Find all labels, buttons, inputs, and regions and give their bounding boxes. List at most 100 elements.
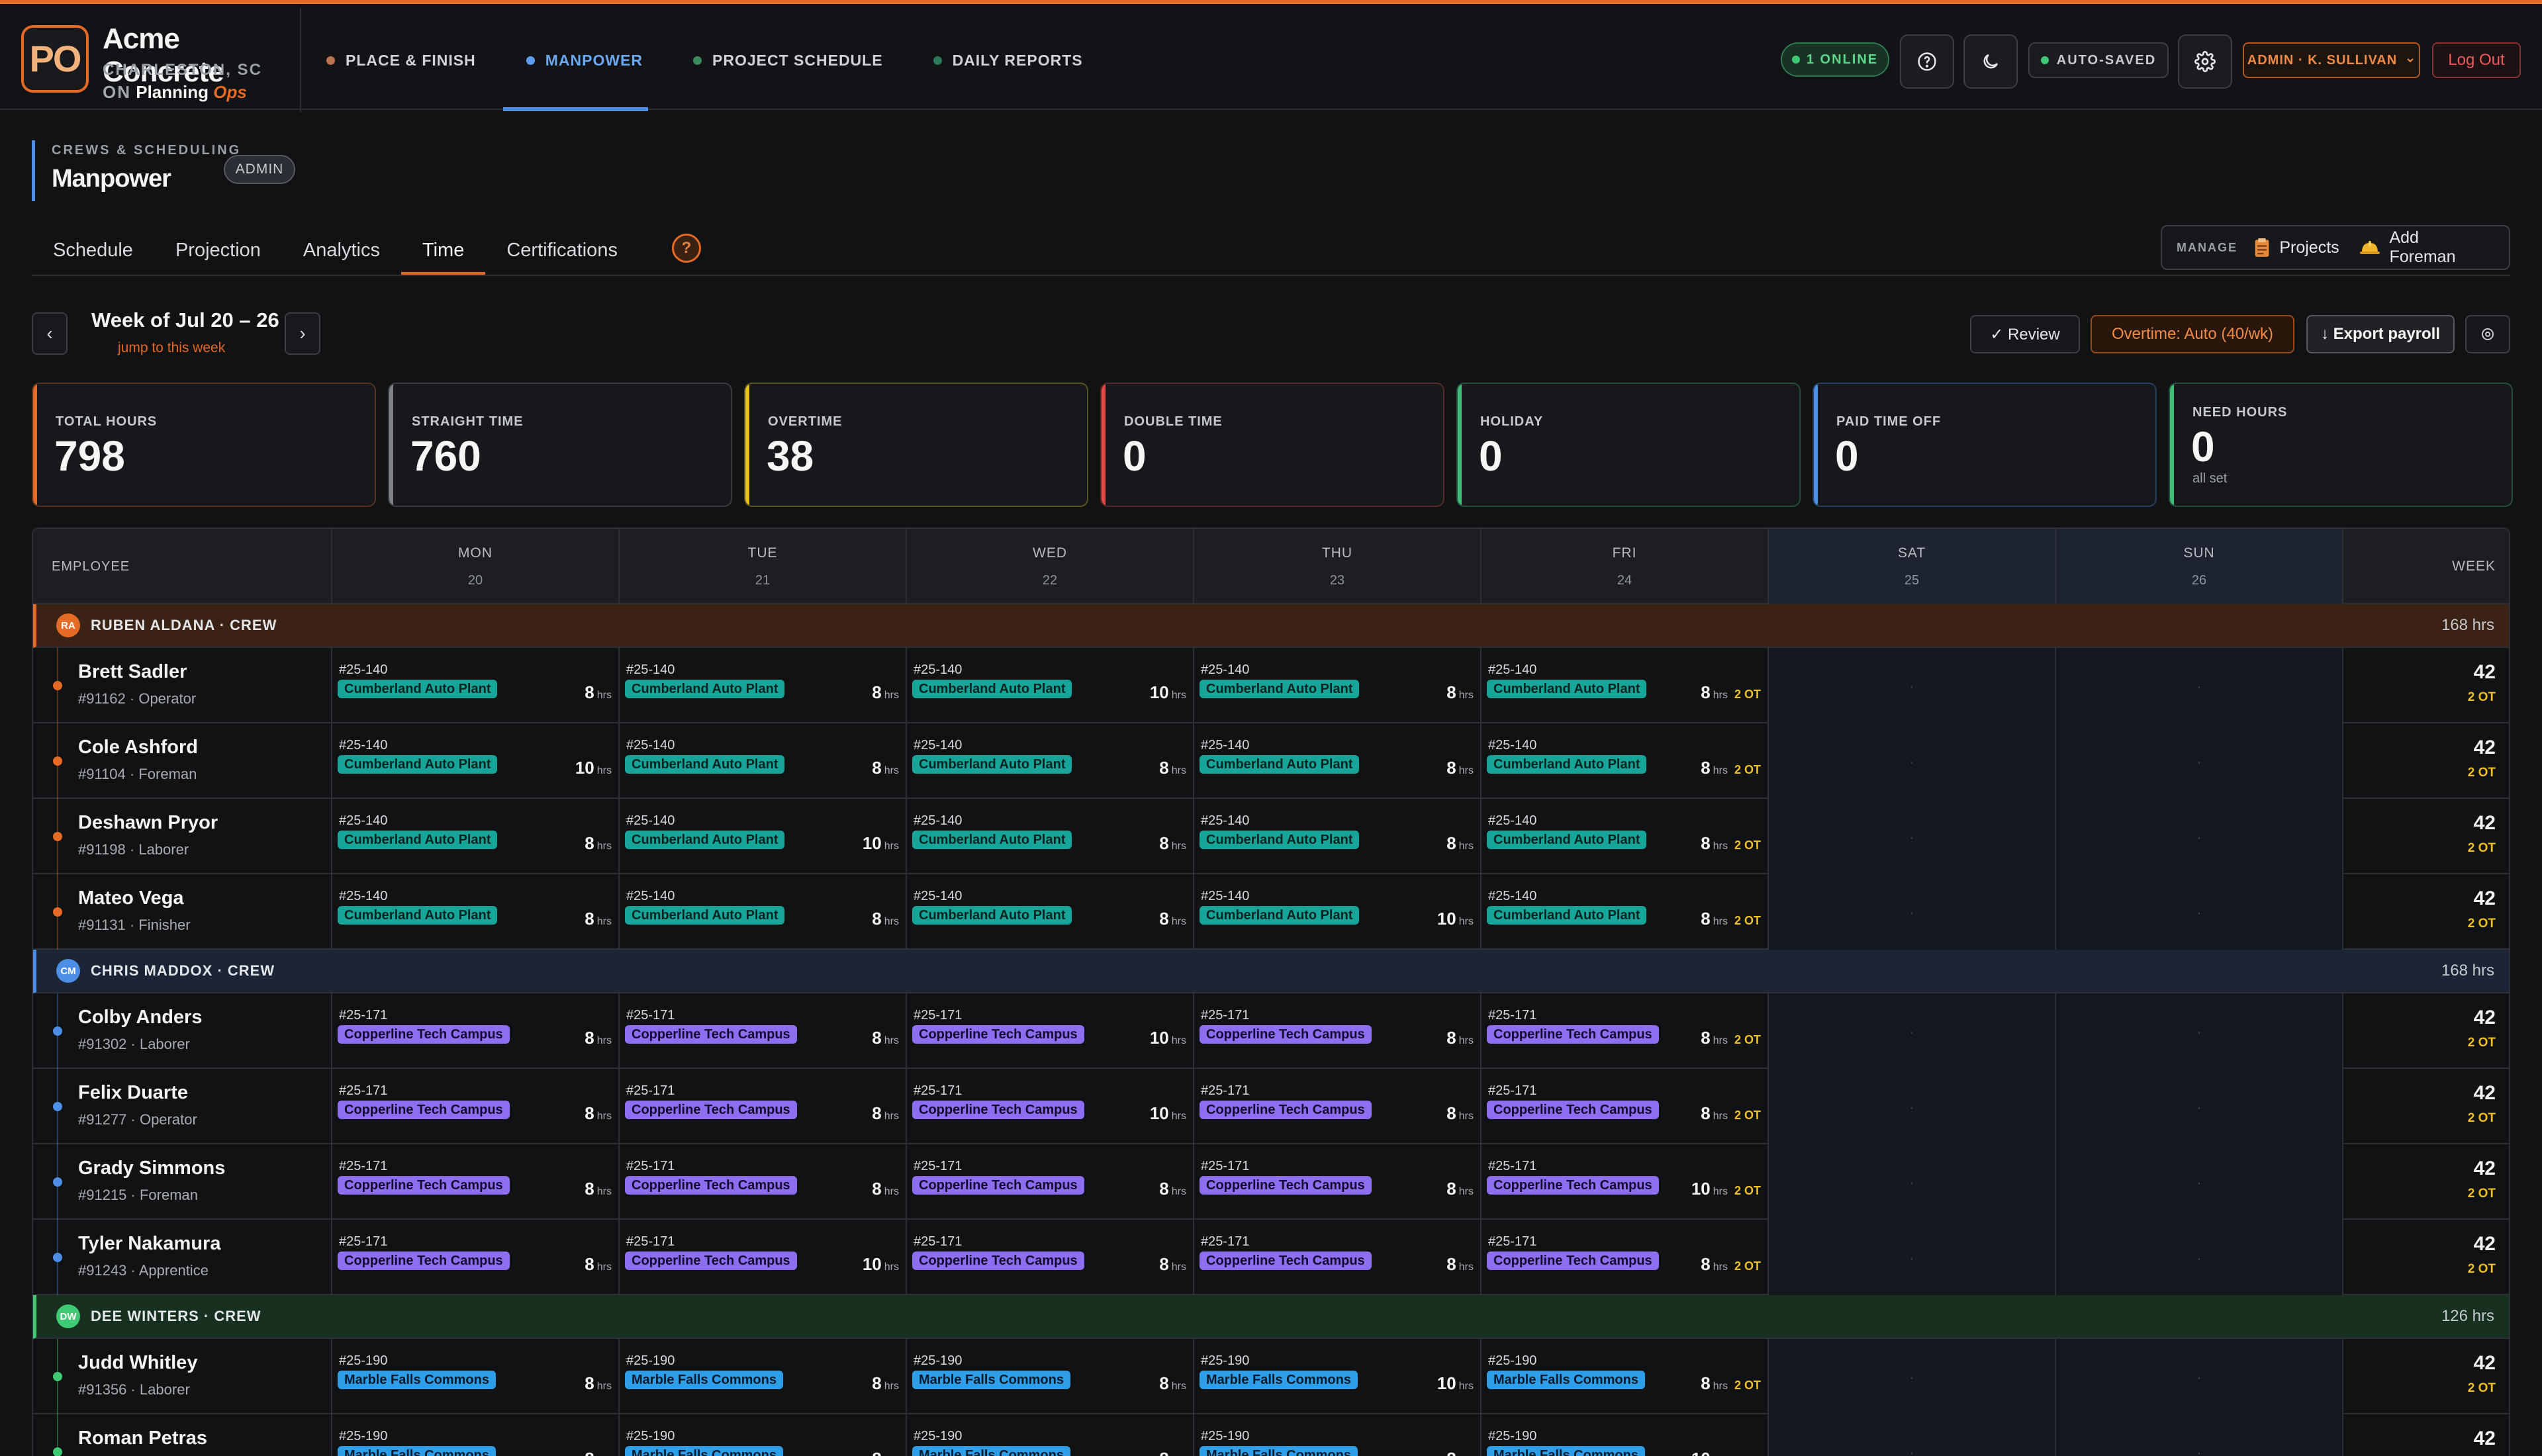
- overtime-rule-button[interactable]: Overtime: Auto (40/wk): [2091, 315, 2294, 353]
- day-cell[interactable]: #25-140 Cumberland Auto Plant 8 hrs 2 OT: [1482, 874, 1769, 950]
- tab-certifications[interactable]: Certifications: [485, 225, 639, 275]
- day-cell-empty[interactable]: ·: [1769, 799, 2056, 874]
- day-cell[interactable]: #25-140 Cumberland Auto Plant 10 hrs: [620, 799, 907, 874]
- theme-toggle-button[interactable]: [1963, 34, 2018, 89]
- hours-value[interactable]: 8hrs: [872, 682, 899, 703]
- hours-value[interactable]: 10 hrs: [863, 1254, 899, 1275]
- hours-value[interactable]: 8hrs: [872, 909, 899, 929]
- day-cell[interactable]: #25-140 Cumberland Auto Plant 8 hrs: [907, 723, 1194, 799]
- settings-button[interactable]: [2178, 34, 2232, 89]
- day-cell-empty[interactable]: ·: [2056, 874, 2343, 950]
- day-cell[interactable]: #25-171 Copperline Tech Campus 8 hrs: [1194, 993, 1482, 1069]
- hours-value[interactable]: 8hrs: [1159, 1449, 1186, 1456]
- day-cell[interactable]: #25-190 Marble Falls Commons 8 hrs 2 OT: [1482, 1339, 1769, 1414]
- day-cell-empty[interactable]: ·: [2056, 648, 2343, 723]
- day-cell[interactable]: #25-171 Copperline Tech Campus 8 hrs: [332, 1069, 620, 1144]
- day-cell-empty[interactable]: ·: [2056, 1220, 2343, 1295]
- hours-value[interactable]: 8hrs: [1446, 758, 1474, 778]
- employee-cell[interactable]: Cole Ashford #91104 · Foreman: [33, 723, 332, 799]
- day-cell-empty[interactable]: ·: [1769, 723, 2056, 799]
- hours-value[interactable]: 8hrs: [1446, 1254, 1474, 1275]
- hours-value[interactable]: 8hrs: [872, 1449, 899, 1456]
- day-cell-empty[interactable]: ·: [2056, 723, 2343, 799]
- day-cell-empty[interactable]: ·: [2056, 1414, 2343, 1456]
- day-cell[interactable]: #25-140 Cumberland Auto Plant 8 hrs: [1194, 723, 1482, 799]
- hours-value[interactable]: 8hrs: [1446, 1028, 1474, 1048]
- hours-value[interactable]: 8hrs: [1159, 758, 1186, 778]
- hours-value[interactable]: 8hrs: [872, 1179, 899, 1199]
- day-cell[interactable]: #25-140 Cumberland Auto Plant 8 hrs: [332, 648, 620, 723]
- day-cell[interactable]: #25-140 Cumberland Auto Plant 8 hrs 2 OT: [1482, 648, 1769, 723]
- hours-value[interactable]: 8hrs: [872, 1373, 899, 1394]
- day-cell[interactable]: #25-171 Copperline Tech Campus 8 hrs: [1194, 1069, 1482, 1144]
- hours-value[interactable]: 8hrs: [1159, 909, 1186, 929]
- jump-to-week-link[interactable]: jump to this week: [118, 340, 225, 356]
- user-menu-button[interactable]: ADMIN · K. SULLIVAN: [2243, 42, 2420, 78]
- day-cell[interactable]: #25-171 Copperline Tech Campus 8 hrs: [620, 1069, 907, 1144]
- tab-analytics[interactable]: Analytics: [282, 225, 401, 275]
- hours-value[interactable]: 8hrs: [585, 1254, 612, 1275]
- employee-cell[interactable]: Deshawn Pryor #91198 · Laborer: [33, 799, 332, 874]
- hours-value[interactable]: 8hrs: [1159, 1373, 1186, 1394]
- hours-value[interactable]: 10hrs2 OT: [1691, 1449, 1761, 1456]
- hours-value[interactable]: 10hrs2 OT: [1691, 1179, 1761, 1199]
- hours-value[interactable]: 8hrs: [585, 1373, 612, 1394]
- employee-cell[interactable]: Colby Anders #91302 · Laborer: [33, 993, 332, 1069]
- employee-cell[interactable]: Mateo Vega #91131 · Finisher: [33, 874, 332, 950]
- day-cell[interactable]: #25-190 Marble Falls Commons 8hrs: [1194, 1414, 1482, 1456]
- day-cell[interactable]: #25-140 Cumberland Auto Plant 8 hrs: [332, 799, 620, 874]
- employee-cell[interactable]: Brett Sadler #91162 · Operator: [33, 648, 332, 723]
- prev-week-button[interactable]: ‹: [32, 312, 68, 355]
- day-cell[interactable]: #25-140 Cumberland Auto Plant 8 hrs 2 OT: [1482, 799, 1769, 874]
- hours-value[interactable]: 8 hrs 2 OT: [1701, 758, 1761, 778]
- hours-value[interactable]: 10 hrs: [1437, 1373, 1474, 1394]
- day-cell-empty[interactable]: ·: [1769, 1414, 2056, 1456]
- nav-project-schedule[interactable]: PROJECT SCHEDULE: [668, 8, 908, 113]
- day-cell[interactable]: #25-190 Marble Falls Commons 8hrs: [907, 1414, 1194, 1456]
- day-cell[interactable]: #25-190 Marble Falls Commons 8hrs: [907, 1339, 1194, 1414]
- hours-value[interactable]: 8hrs: [585, 1028, 612, 1048]
- hours-value[interactable]: 8hrs: [1446, 833, 1474, 854]
- hours-value[interactable]: 8hrs: [1446, 1103, 1474, 1124]
- hours-value[interactable]: 8hrs: [585, 1103, 612, 1124]
- hours-value[interactable]: 8hrs: [872, 758, 899, 778]
- day-cell[interactable]: #25-171 Copperline Tech Campus 10 hrs 2 OT: [1482, 1144, 1769, 1220]
- export-payroll-button[interactable]: ↓ Export payroll: [2306, 315, 2455, 353]
- day-cell[interactable]: #25-140 Cumberland Auto Plant 10 hrs: [907, 648, 1194, 723]
- day-cell-empty[interactable]: ·: [1769, 993, 2056, 1069]
- hours-value[interactable]: 8hrs: [872, 1028, 899, 1048]
- hours-value[interactable]: 8hrs: [1159, 833, 1186, 854]
- day-cell[interactable]: #25-140 Cumberland Auto Plant 8 hrs: [1194, 648, 1482, 723]
- day-cell[interactable]: #25-140 Cumberland Auto Plant 10 hrs: [332, 723, 620, 799]
- day-cell[interactable]: #25-171 Copperline Tech Campus 8 hrs: [332, 1144, 620, 1220]
- day-cell[interactable]: #25-190 Marble Falls Commons 8hrs: [620, 1414, 907, 1456]
- day-cell[interactable]: #25-171 Copperline Tech Campus 8 hrs: [907, 1144, 1194, 1220]
- day-cell[interactable]: #25-140 Cumberland Auto Plant 8 hrs: [620, 874, 907, 950]
- day-cell[interactable]: #25-140 Cumberland Auto Plant 8 hrs: [332, 874, 620, 950]
- day-cell-empty[interactable]: ·: [1769, 1339, 2056, 1414]
- review-button[interactable]: ✓ Review: [1970, 315, 2080, 353]
- next-week-button[interactable]: ›: [285, 312, 320, 355]
- day-cell[interactable]: #25-171 Copperline Tech Campus 8 hrs: [332, 1220, 620, 1295]
- day-cell-empty[interactable]: ·: [2056, 1069, 2343, 1144]
- hours-value[interactable]: 10 hrs: [575, 758, 612, 778]
- day-cell-empty[interactable]: ·: [1769, 1220, 2056, 1295]
- day-cell[interactable]: #25-190 Marble Falls Commons 10hrs2 OT: [1482, 1414, 1769, 1456]
- hours-value[interactable]: 8 hrs 2 OT: [1701, 833, 1761, 854]
- nav-manpower[interactable]: MANPOWER: [501, 8, 668, 113]
- day-cell-empty[interactable]: ·: [1769, 874, 2056, 950]
- day-cell[interactable]: #25-140 Cumberland Auto Plant 8 hrs: [907, 799, 1194, 874]
- brand[interactable]: PO Acme Concrete CHARLESTON, SC ON Plann…: [0, 8, 301, 113]
- day-cell-empty[interactable]: ·: [2056, 799, 2343, 874]
- day-cell[interactable]: #25-171 Copperline Tech Campus 8 hrs: [1194, 1220, 1482, 1295]
- day-cell-empty[interactable]: ·: [2056, 993, 2343, 1069]
- help-button[interactable]: [1900, 34, 1954, 89]
- day-cell[interactable]: #25-171 Copperline Tech Campus 8 hrs 2 OT: [1482, 1069, 1769, 1144]
- nav-daily-reports[interactable]: DAILY REPORTS: [908, 8, 1108, 113]
- hours-value[interactable]: 8hrs: [1446, 1179, 1474, 1199]
- hours-value[interactable]: 8hrs: [585, 833, 612, 854]
- hours-value[interactable]: 8 hrs 2 OT: [1701, 909, 1761, 929]
- day-cell[interactable]: #25-171 Copperline Tech Campus 8 hrs: [620, 993, 907, 1069]
- projects-button[interactable]: Projects: [2254, 238, 2339, 257]
- day-cell[interactable]: #25-190 Marble Falls Commons 8hrs: [332, 1339, 620, 1414]
